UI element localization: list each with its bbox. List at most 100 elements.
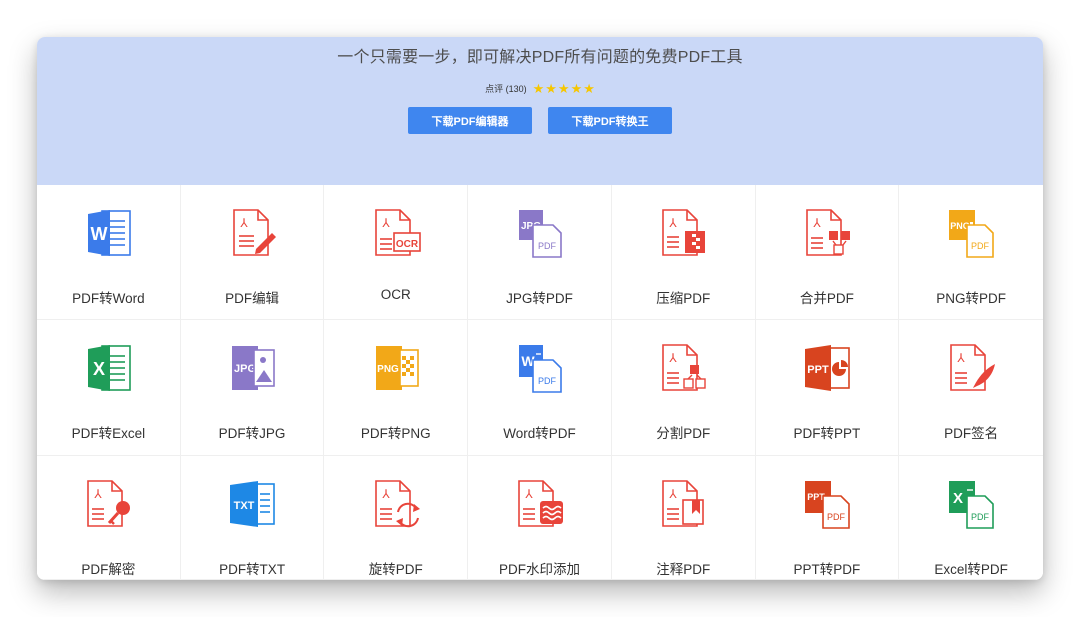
svg-text:PDF: PDF: [538, 376, 557, 386]
word-file-icon: W: [88, 210, 132, 256]
svg-text:PDF: PDF: [538, 241, 557, 251]
pdf-ocr-icon: ⅄ OCR: [374, 209, 421, 256]
tool-grid: W PDF转Word ⅄ PDF编辑 ⅄ OCR OCR JPG PDF JPG…: [37, 185, 1043, 580]
svg-text:⅄: ⅄: [956, 351, 965, 365]
pdf-edit-pencil-icon: ⅄: [233, 209, 277, 256]
tool-label: PDF解密: [81, 562, 136, 577]
svg-text:⅄: ⅄: [669, 216, 678, 230]
tool-pdf-to-jpg[interactable]: JPG PDF转JPG: [180, 320, 325, 456]
tool-merge-pdf[interactable]: ⅄ 合并PDF: [755, 185, 900, 320]
pdf-decrypt-key-icon: ⅄: [87, 480, 131, 527]
tool-label: 旋转PDF: [368, 562, 423, 577]
star-icon: ★: [557, 81, 570, 96]
tool-rotate-pdf[interactable]: ⅄ 旋转PDF: [324, 456, 469, 580]
download-pdf-converter-button[interactable]: 下载PDF转换王: [548, 107, 672, 134]
star-icon: ★: [570, 81, 583, 96]
svg-text:PDF: PDF: [971, 512, 990, 522]
tool-compress-pdf[interactable]: ⅄ 压缩PDF: [611, 185, 756, 320]
word-to-pdf-icon: W PDF: [519, 345, 563, 393]
tool-label: PNG转PDF: [936, 291, 1007, 306]
tool-pdf-to-excel[interactable]: X PDF转Excel: [37, 320, 181, 456]
tool-annotate-pdf[interactable]: ⅄ 注释PDF: [611, 456, 756, 580]
tool-pdf-decrypt[interactable]: ⅄ PDF解密: [37, 456, 181, 580]
tool-label: PDF签名: [944, 426, 999, 441]
hero-banner: 一个只需要一步，即可解决PDF所有问题的免费PDF工具 点评 (130) ★ ★…: [37, 37, 1043, 193]
svg-text:TXT: TXT: [234, 500, 255, 512]
tool-jpg-to-pdf[interactable]: JPG PDF JPG转PDF: [468, 185, 612, 320]
download-buttons: 下载PDF编辑器 下载PDF转换王: [37, 107, 1043, 134]
ppt-file-icon: PPT: [804, 345, 850, 391]
svg-text:⅄: ⅄: [381, 216, 390, 230]
tool-pdf-sign[interactable]: ⅄ PDF签名: [899, 320, 1043, 456]
download-pdf-editor-button[interactable]: 下载PDF编辑器: [408, 107, 532, 134]
pdf-compress-icon: ⅄: [662, 209, 706, 256]
tool-ppt-to-pdf[interactable]: PPT PDF PPT转PDF: [755, 456, 900, 580]
tool-label: PDF编辑: [225, 291, 280, 306]
tool-label: 分割PDF: [656, 426, 711, 441]
svg-text:PNG: PNG: [377, 364, 399, 375]
tool-label: PPT转PDF: [793, 562, 861, 577]
ppt-to-pdf-icon: PPT PDF: [804, 481, 850, 529]
star-icon: ★: [545, 81, 557, 96]
svg-text:X: X: [93, 359, 105, 379]
jpg-to-pdf-icon: JPG PDF: [519, 210, 563, 258]
svg-text:PDF: PDF: [971, 241, 990, 251]
review-count: 点评 (130): [485, 84, 527, 94]
tool-label: Word转PDF: [503, 426, 576, 441]
page-headline: 一个只需要一步，即可解决PDF所有问题的免费PDF工具: [337, 49, 743, 66]
tool-label: OCR: [380, 287, 411, 302]
svg-text:PDF: PDF: [827, 512, 846, 522]
tool-pdf-to-word[interactable]: W PDF转Word: [37, 185, 181, 320]
tool-label: PDF转JPG: [218, 426, 286, 441]
txt-file-icon: TXT: [230, 481, 275, 527]
svg-text:⅄: ⅄: [94, 487, 103, 501]
tool-label: PDF转PNG: [360, 426, 431, 441]
tool-label: 压缩PDF: [656, 291, 711, 306]
svg-text:OCR: OCR: [396, 239, 419, 250]
svg-text:⅄: ⅄: [669, 487, 678, 501]
svg-text:JPG: JPG: [234, 363, 256, 375]
tool-label: PDF转Excel: [71, 426, 146, 441]
app-window: 一个只需要一步，即可解决PDF所有问题的免费PDF工具 点评 (130) ★ ★…: [37, 37, 1043, 580]
tool-label: 合并PDF: [799, 291, 854, 306]
tool-excel-to-pdf[interactable]: X PDF Excel转PDF: [899, 456, 1043, 580]
star-icon: ★: [532, 81, 545, 96]
tool-label: PDF转TXT: [219, 562, 286, 577]
pdf-merge-icon: ⅄: [806, 209, 850, 256]
rating-row: 点评 (130) ★ ★ ★ ★ ★: [37, 82, 1043, 95]
tool-label: Excel转PDF: [934, 562, 1008, 577]
star-icon: ★: [583, 81, 595, 96]
png-image-icon: PNG: [375, 346, 419, 390]
pdf-signature-icon: ⅄: [950, 344, 996, 391]
svg-text:⅄: ⅄: [812, 216, 821, 230]
svg-text:⅄: ⅄: [381, 487, 390, 501]
tool-label: PDF转PPT: [793, 426, 861, 441]
svg-text:W: W: [91, 224, 108, 244]
svg-text:⅄: ⅄: [239, 216, 248, 230]
tool-label: PDF转Word: [72, 291, 145, 306]
tool-split-pdf[interactable]: ⅄ 分割PDF: [611, 320, 756, 456]
star-rating: ★ ★ ★ ★ ★: [533, 82, 595, 95]
svg-text:X: X: [953, 490, 963, 507]
tool-pdf-edit[interactable]: ⅄ PDF编辑: [180, 185, 325, 320]
svg-text:⅄: ⅄: [525, 487, 534, 501]
tool-pdf-to-txt[interactable]: TXT PDF转TXT: [180, 456, 325, 580]
tool-label: JPG转PDF: [506, 291, 573, 306]
svg-text:⅄: ⅄: [669, 351, 678, 365]
jpg-image-icon: JPG: [232, 346, 275, 390]
tool-pdf-to-ppt[interactable]: PPT PDF转PPT: [755, 320, 900, 456]
tool-pdf-to-png[interactable]: PNG PDF转PNG: [324, 320, 469, 456]
tool-ocr[interactable]: ⅄ OCR OCR: [324, 185, 469, 320]
svg-text:PPT: PPT: [807, 364, 829, 376]
excel-to-pdf-icon: X PDF: [949, 481, 994, 529]
excel-file-icon: X: [88, 345, 132, 391]
tool-label: 注释PDF: [656, 562, 711, 577]
png-to-pdf-icon: PNG PDF: [949, 210, 994, 258]
pdf-split-icon: ⅄: [662, 344, 706, 391]
tool-label: PDF水印添加: [498, 562, 580, 577]
tool-pdf-watermark[interactable]: ⅄ PDF水印添加: [468, 456, 612, 580]
pdf-watermark-icon: ⅄: [518, 480, 564, 527]
tool-png-to-pdf[interactable]: PNG PDF PNG转PDF: [899, 185, 1043, 320]
pdf-annotate-bookmark-icon: ⅄: [662, 480, 705, 527]
tool-word-to-pdf[interactable]: W PDF Word转PDF: [468, 320, 612, 456]
